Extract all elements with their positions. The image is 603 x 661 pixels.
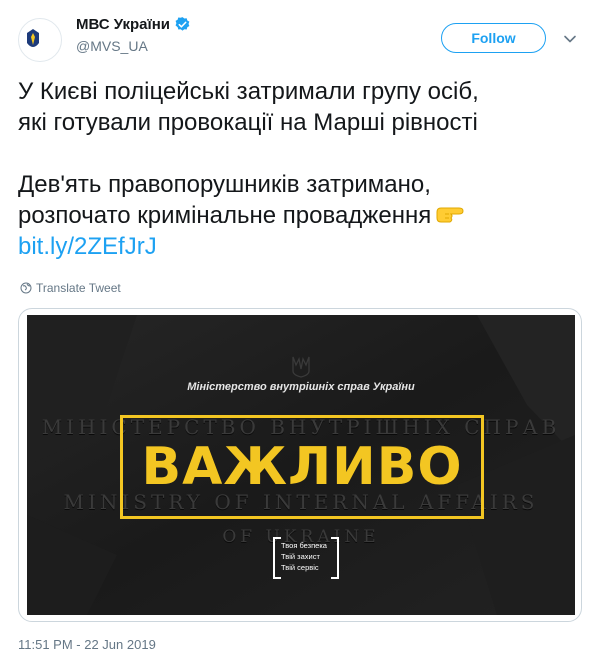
tweet-timestamp[interactable]: 11:51 PM - 22 Jun 2019 [18, 637, 156, 652]
ministry-caption: Міністерство внутрішніх справ України [187, 381, 415, 393]
globe-icon [20, 282, 32, 294]
account-handle[interactable]: @MVS_UA [76, 38, 148, 54]
tweet-line: У Києві поліцейські затримали групу осіб… [18, 78, 479, 105]
media-image[interactable]: МІНІСТЕРСТВО ВНУТРІШНІХ СПРАВ MINISTRY O… [27, 315, 575, 615]
short-link[interactable]: bit.ly/2ZEfJrJ [18, 233, 157, 260]
headline-text: ВАЖЛИВО [141, 437, 463, 497]
tweet-text: У Києві поліцейські затримали групу осіб… [18, 76, 588, 262]
avatar[interactable] [18, 18, 62, 62]
tweet-media[interactable]: МІНІСТЕРСТВО ВНУТРІШНІХ СПРАВ MINISTRY O… [18, 308, 582, 622]
verified-badge-icon [175, 17, 190, 31]
slogan-line: Твоя безпека [281, 541, 327, 550]
tweet-link[interactable]: bit.ly/2ZEfJrJ [18, 231, 588, 262]
translate-label[interactable]: Translate Tweet [36, 281, 121, 295]
pointing-right-hand-icon [436, 207, 464, 223]
tweet-card: МВС України @MVS_UA Follow У Києві поліц… [0, 0, 603, 661]
account-name-row[interactable]: МВС України [76, 16, 191, 33]
slogan-line: Твій сервіс [281, 563, 319, 572]
tweet-line: розпочато кримінальне провадження [18, 202, 432, 229]
tweet-line: Дев'ять правопорушників затримано, [18, 171, 431, 198]
slogan-block: Твоя безпека Твій захист Твій сервіс [273, 537, 339, 579]
slogan-line: Твій захист [281, 552, 320, 561]
follow-button[interactable]: Follow [441, 23, 546, 53]
trident-icon [292, 356, 310, 378]
tweet-line-with-emoji: розпочато кримінальне провадження [18, 200, 588, 231]
translate-tweet[interactable]: Translate Tweet [20, 281, 121, 295]
headline-frame: ВАЖЛИВО [120, 415, 484, 519]
tweet-line: які готували провокації на Марші рівност… [18, 109, 478, 136]
chevron-down-icon[interactable] [563, 32, 577, 46]
police-emblem-icon [27, 29, 39, 47]
display-name[interactable]: МВС України [76, 16, 170, 33]
